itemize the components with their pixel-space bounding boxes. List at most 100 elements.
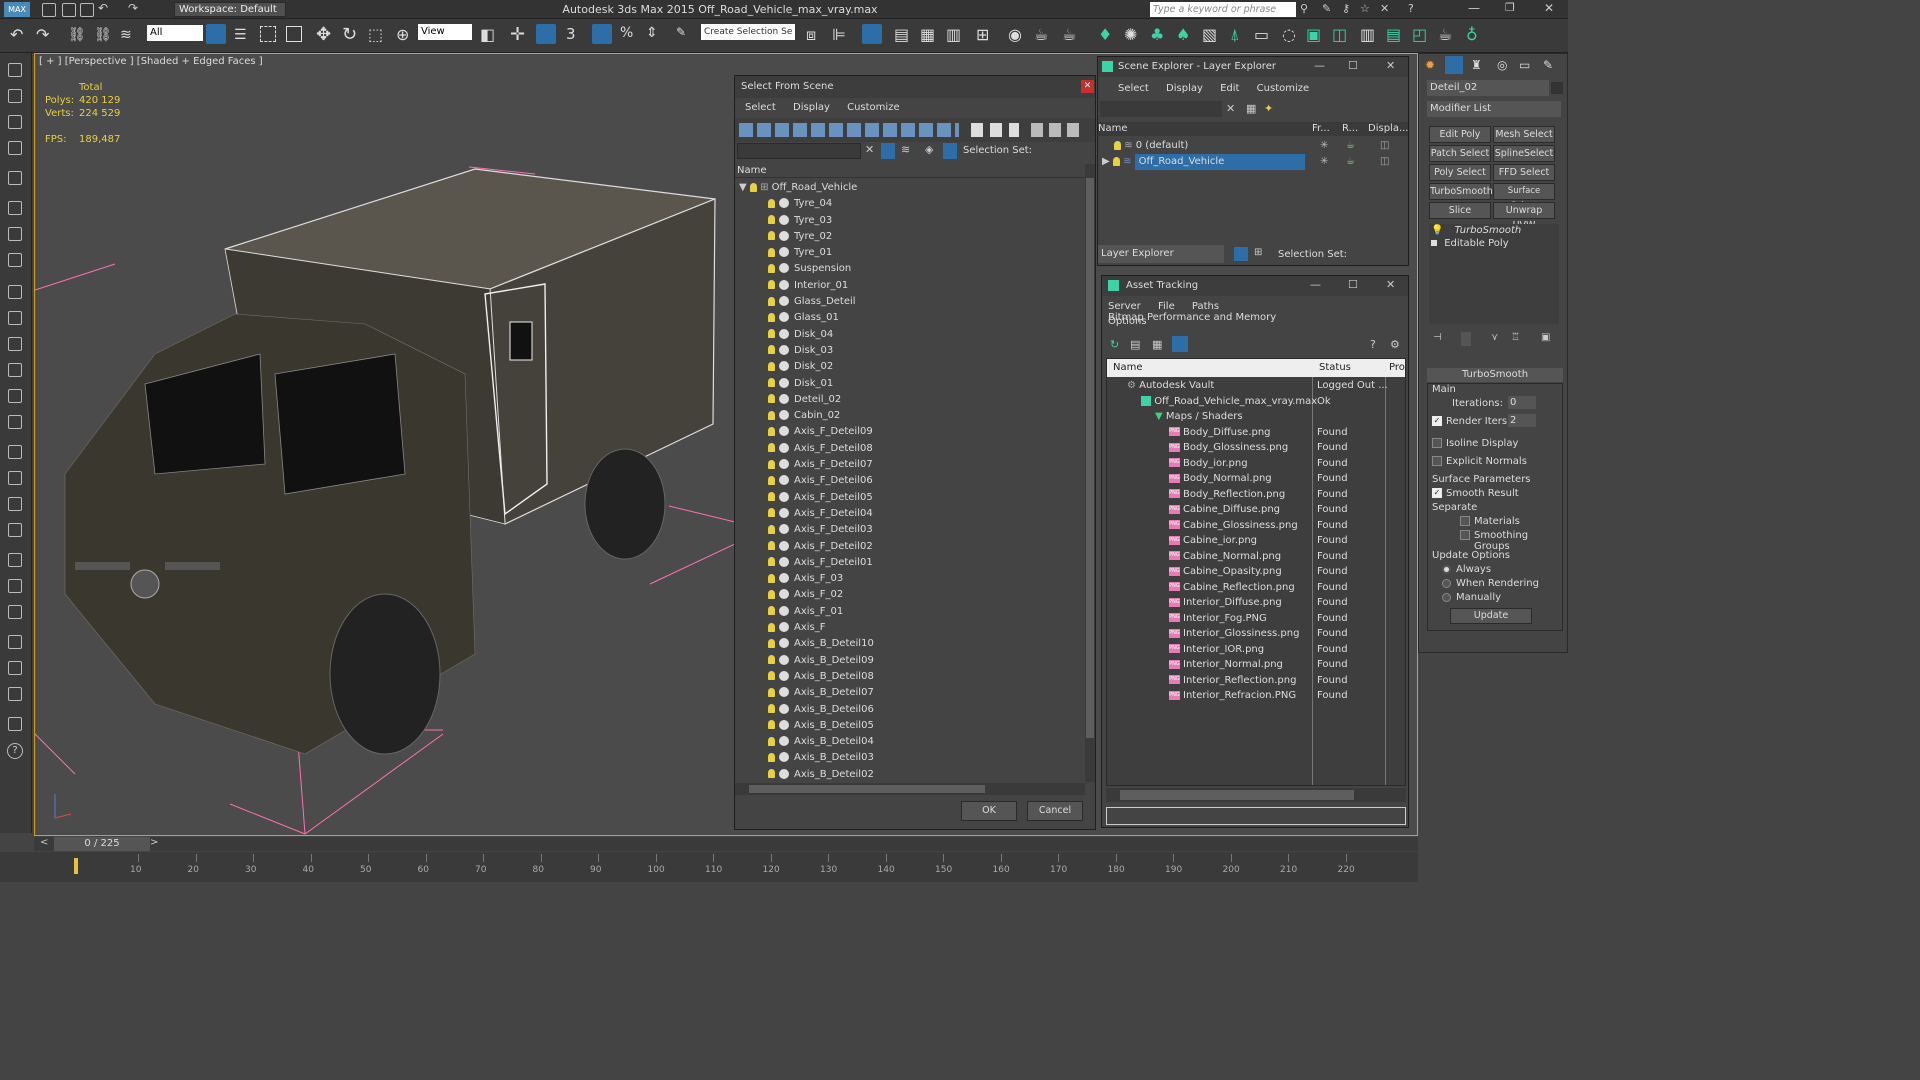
render-iters-checkbox[interactable]: ✓ <box>1432 416 1442 426</box>
menu-display[interactable]: Display <box>1166 83 1203 94</box>
visibility-bulb-icon[interactable] <box>768 736 775 746</box>
ffd-select-button[interactable]: FFD Select <box>1493 164 1555 181</box>
visibility-bulb-icon[interactable] <box>768 622 775 632</box>
close-icon[interactable]: ✕ <box>1544 1 1554 15</box>
asset-row-vault[interactable]: ⚙ Autodesk Vault Logged Out ... <box>1107 378 1405 394</box>
visibility-bulb-icon[interactable] <box>768 231 775 241</box>
slice-button[interactable]: Slice <box>1429 202 1491 219</box>
redo-icon[interactable]: ↷ <box>36 25 49 44</box>
column-freeze[interactable]: Fr... <box>1312 122 1330 136</box>
visibility-bulb-icon[interactable] <box>768 443 775 453</box>
column-proxy[interactable]: Pro <box>1389 359 1405 377</box>
poly-select-button[interactable]: Poly Select <box>1429 164 1491 181</box>
mesh-select-button[interactable]: Mesh Select <box>1493 126 1555 143</box>
new-file-icon[interactable] <box>42 3 56 17</box>
menu-paths[interactable]: Paths <box>1192 301 1219 312</box>
scene-object-row[interactable]: Axis_F_01 <box>735 604 1083 620</box>
scene-object-row[interactable]: Axis_F_Deteil04 <box>735 506 1083 522</box>
hierarchy-tab-icon[interactable]: ♜ <box>1471 58 1482 72</box>
menu-server[interactable]: Server <box>1108 301 1141 312</box>
snaps-toggle-icon[interactable]: 3 <box>566 25 576 43</box>
sun-icon[interactable] <box>8 389 22 403</box>
visibility-bulb-icon[interactable] <box>768 638 775 648</box>
plane-icon[interactable] <box>8 253 22 267</box>
create-helpers-icon[interactable] <box>8 171 22 185</box>
scene-object-row[interactable]: Disk_02 <box>735 359 1083 375</box>
keyboard-shortcut-toggle-icon[interactable] <box>536 24 556 44</box>
smooth-result-checkbox[interactable]: ✓ <box>1432 488 1442 498</box>
asset-horizontal-scrollbar[interactable] <box>1106 788 1406 802</box>
cone-icon[interactable] <box>8 363 22 377</box>
menu-customize[interactable]: Customize <box>847 102 900 113</box>
menu-select[interactable]: Select <box>745 102 776 113</box>
biped-icon[interactable] <box>8 497 22 511</box>
modifier-list-dropdown[interactable]: Modifier List <box>1427 101 1561 117</box>
selection-filter-dropdown[interactable]: All <box>147 25 203 41</box>
spline-select-button[interactable]: SplineSelect <box>1493 145 1555 162</box>
vray-sun-icon[interactable]: ✺ <box>1124 25 1137 44</box>
list-view-icons[interactable] <box>971 123 1019 137</box>
scene-object-row[interactable]: Axis_F_03 <box>735 571 1083 587</box>
scene-object-row[interactable]: Axis_F_Deteil03 <box>735 522 1083 538</box>
asset-map-row[interactable]: PNG Cabine_Glossiness.png Found <box>1107 518 1405 534</box>
add-to-layer-icon[interactable]: ✦ <box>1264 102 1273 115</box>
open-file-icon[interactable] <box>62 3 76 17</box>
menu-edit[interactable]: Edit <box>1220 83 1239 94</box>
window-crossing-icon[interactable] <box>286 26 302 42</box>
box-icon[interactable] <box>8 285 22 299</box>
render-teapot-icon[interactable]: ☕ <box>1346 138 1355 154</box>
explicit-normals-checkbox[interactable] <box>1432 456 1442 466</box>
list-view-icon[interactable]: ▤ <box>1130 338 1140 351</box>
stack-item-turbosmooth[interactable]: 💡 TurboSmooth <box>1429 224 1559 237</box>
mini-curve-editor-icon[interactable] <box>0 852 34 882</box>
asset-map-row[interactable]: PNG Cabine_Opasity.png Found <box>1107 564 1405 580</box>
sphere-icon[interactable] <box>8 337 22 351</box>
visibility-bulb-icon[interactable] <box>768 573 775 583</box>
pin-stack-icon[interactable]: ⊣ <box>1433 332 1442 343</box>
object-name-field[interactable]: Deteil_02 <box>1427 80 1549 96</box>
asset-map-row[interactable]: PNG Cabine_Normal.png Found <box>1107 549 1405 565</box>
visibility-bulb-icon[interactable] <box>768 508 775 518</box>
track-bar[interactable]: 10 20 30 40 50 60 70 80 90 100 110 120 130 140 150 160 1… <box>34 852 1418 882</box>
make-unique-icon[interactable]: ⋎ <box>1491 332 1498 343</box>
scene-object-row[interactable]: Cabin_02 <box>735 408 1083 424</box>
rotate-icon[interactable]: ↻ <box>342 24 357 45</box>
visibility-bulb-icon[interactable] <box>768 361 775 371</box>
list-vertical-scrollbar[interactable] <box>1085 164 1095 782</box>
vray-light-lister-icon[interactable]: ♁ <box>1466 25 1478 44</box>
iterations-spinner[interactable]: 0 <box>1508 396 1536 409</box>
scene-object-row[interactable]: Axis_F_Deteil01 <box>735 555 1083 571</box>
surface-select-button[interactable]: Surface Select <box>1493 183 1555 211</box>
render-teapot-icon[interactable]: ☕ <box>1346 154 1355 170</box>
asset-map-row[interactable]: PNG Body_ior.png Found <box>1107 456 1405 472</box>
mirror-icon[interactable]: ⧈ <box>806 25 816 45</box>
isoline-display-checkbox[interactable] <box>1432 438 1442 448</box>
truck-model-wireframe[interactable] <box>35 54 735 836</box>
align-icon[interactable]: ⊫ <box>832 25 846 44</box>
hf-icon[interactable] <box>8 579 22 593</box>
scene-object-row[interactable]: Axis_B_Deteil10 <box>735 636 1083 652</box>
visibility-bulb-icon[interactable] <box>768 296 775 306</box>
visibility-bulb-icon[interactable] <box>768 606 775 616</box>
scene-object-row[interactable]: Glass_01 <box>735 310 1083 326</box>
time-slider-thumb[interactable]: 0 / 225 <box>54 837 150 851</box>
hemisphere-icon[interactable] <box>8 311 22 325</box>
curve-editor-icon[interactable]: ▥ <box>946 25 961 44</box>
undo-icon[interactable]: ↶ <box>10 25 23 44</box>
vray-camera-icon[interactable]: ◫ <box>1332 25 1347 44</box>
select-by-name-icon[interactable]: ☰ <box>234 27 247 43</box>
render-setup-icon[interactable]: ☕ <box>1034 25 1048 44</box>
scrollbar-thumb[interactable] <box>1120 790 1354 800</box>
vray-clipper-icon[interactable]: ◌ <box>1282 25 1296 44</box>
vray-proxy-icon[interactable]: ♣ <box>1150 25 1164 44</box>
asset-map-row[interactable]: PNG Interior_IOR.png Found <box>1107 642 1405 658</box>
column-name[interactable]: Name <box>1098 122 1128 136</box>
menu-display[interactable]: Display <box>793 102 830 113</box>
layer-row-off-road-vehicle[interactable]: ▶ ≋ Off_Road_Vehicle ✳ ☕ ◫ <box>1098 154 1408 170</box>
visibility-bulb-icon[interactable] <box>768 459 775 469</box>
freeze-icon[interactable]: ✳ <box>1320 138 1328 154</box>
undo-icon[interactable]: ↶ <box>98 1 108 15</box>
visibility-bulb-icon[interactable] <box>768 312 775 322</box>
scene-object-row[interactable]: Axis_F_Deteil05 <box>735 490 1083 506</box>
scene-object-row[interactable]: Axis_B_Deteil08 <box>735 669 1083 685</box>
